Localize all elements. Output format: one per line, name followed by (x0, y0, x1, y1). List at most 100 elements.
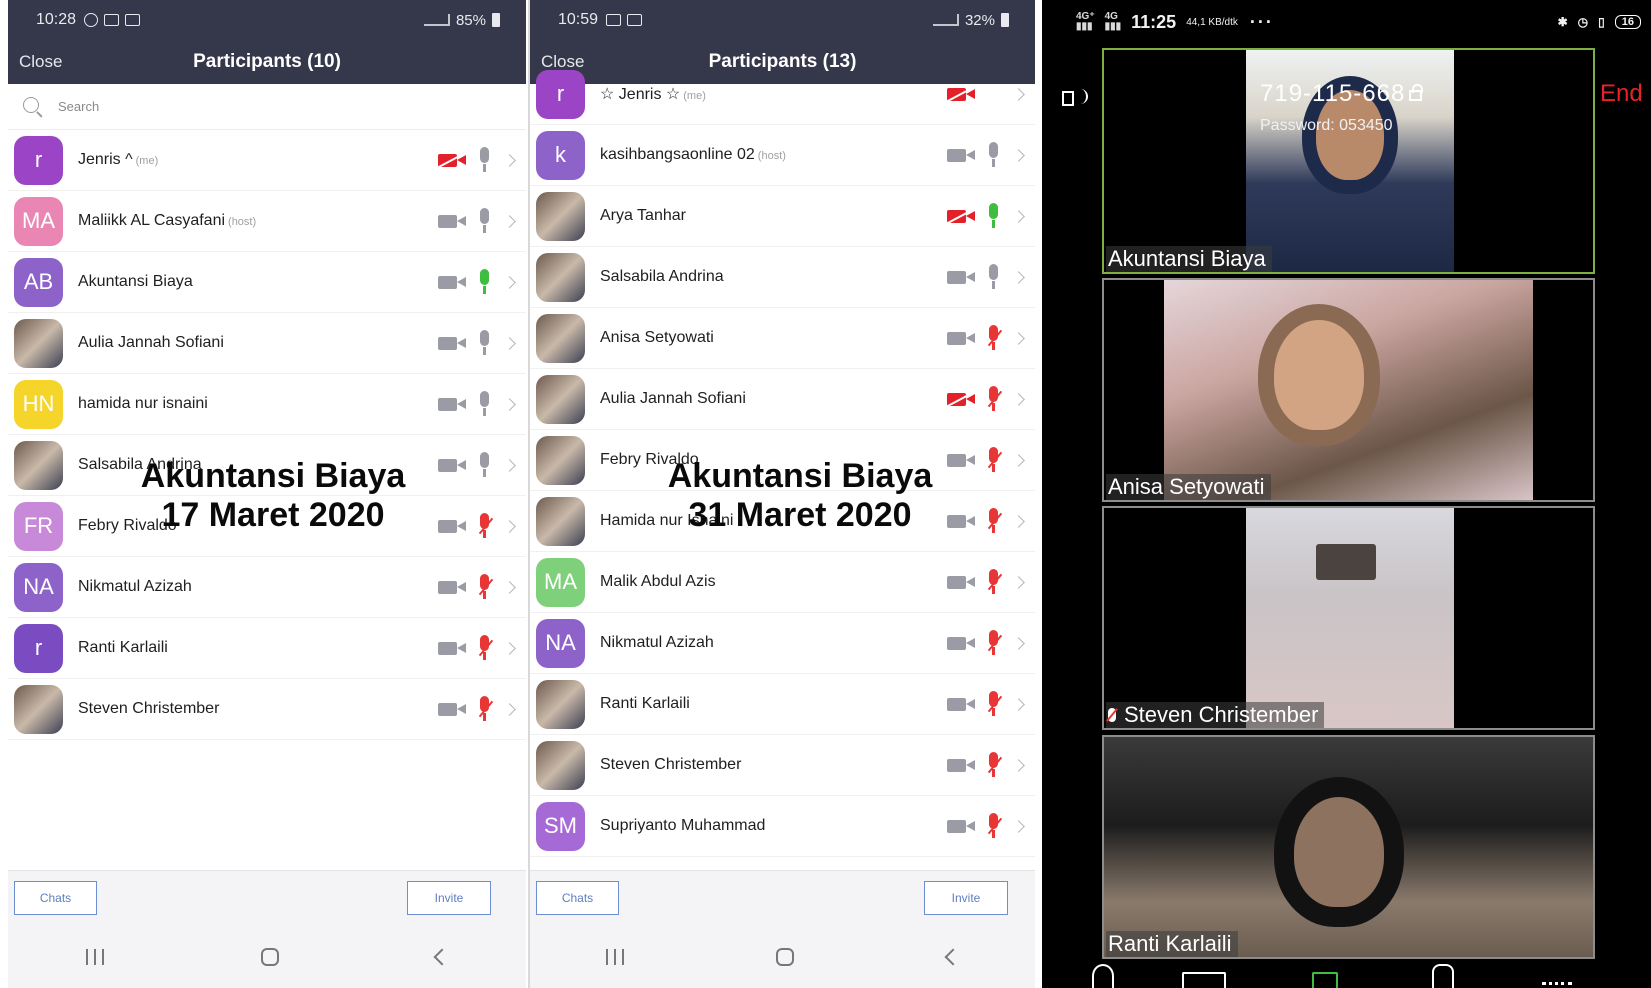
chevron-right-icon[interactable] (503, 153, 516, 167)
more-icon: ··· (1249, 11, 1274, 32)
chevron-right-icon[interactable] (503, 641, 516, 655)
participant-status-icons (947, 247, 1025, 307)
participant-row[interactable]: SM Supriyanto Muhammad (530, 796, 1035, 857)
chevron-right-icon[interactable] (1012, 514, 1025, 528)
invite-button[interactable]: Invite (407, 881, 491, 915)
back-icon[interactable] (944, 948, 962, 966)
participant-row[interactable]: Aulia Jannah Sofiani (8, 313, 526, 374)
participant-name-text: Ranti Karlaili (78, 639, 168, 656)
participant-name: Steven Christember (78, 700, 219, 718)
participant-row[interactable]: Steven Christember (8, 679, 526, 740)
video-feed (1246, 508, 1454, 728)
video-camera-icon (438, 274, 468, 290)
video-feed (1104, 737, 1593, 957)
participant-row[interactable]: HN hamida nur isnaini (8, 374, 526, 435)
chevron-right-icon[interactable] (1012, 697, 1025, 711)
search-bar[interactable] (8, 84, 526, 130)
chevron-right-icon[interactable] (503, 336, 516, 350)
chevron-right-icon[interactable] (503, 580, 516, 594)
chevron-right-icon[interactable] (503, 519, 516, 533)
chevron-right-icon[interactable] (1012, 636, 1025, 650)
participant-name-text: ☆ Jenris ☆ (600, 86, 681, 103)
participant-row[interactable]: r ☆ Jenris ☆ (me) (530, 64, 1035, 125)
participant-row[interactable]: Salsabila Andrina (8, 435, 526, 496)
participant-row[interactable]: AB Akuntansi Biaya (8, 252, 526, 313)
participant-name: Febry Rivaldo (600, 451, 699, 469)
android-navbar (8, 926, 526, 988)
participant-name: Steven Christember (600, 756, 741, 774)
chevron-right-icon[interactable] (503, 458, 516, 472)
recent-apps-icon[interactable] (86, 949, 105, 965)
chevron-right-icon[interactable] (503, 702, 516, 716)
gallery-icon (104, 14, 120, 26)
tile-name: Steven Christember (1106, 702, 1325, 728)
video-toggle-icon[interactable] (1182, 972, 1226, 988)
home-icon[interactable] (776, 948, 795, 966)
chevron-right-icon[interactable] (1012, 209, 1025, 223)
end-button[interactable]: End (1600, 80, 1643, 108)
participant-row[interactable]: Arya Tanhar (530, 186, 1035, 247)
chevron-right-icon[interactable] (1012, 453, 1025, 467)
chats-button[interactable]: Chats (536, 881, 619, 915)
participant-row[interactable]: FR Febry Rivaldo (8, 496, 526, 557)
chevron-right-icon[interactable] (1012, 87, 1025, 101)
participant-name: Anisa Setyowati (600, 329, 714, 347)
chevron-right-icon[interactable] (1012, 270, 1025, 284)
participant-status-icons (438, 252, 516, 312)
chevron-right-icon[interactable] (1012, 575, 1025, 589)
chats-button[interactable]: Chats (14, 881, 97, 915)
participant-row[interactable]: Ranti Karlaili (530, 674, 1035, 735)
mic-muted-icon (475, 574, 494, 600)
avatar: NA (536, 618, 585, 668)
participant-row[interactable]: NA Nikmatul Azizah (8, 557, 526, 618)
participant-row[interactable]: Hamida nur Isnaini (530, 491, 1035, 552)
avatar (536, 679, 585, 729)
microphone-icon (984, 264, 1002, 290)
participant-row[interactable]: k kasihbangsaonline 02 (host) (530, 125, 1035, 186)
participant-status-icons (946, 369, 1025, 429)
search-icon (22, 96, 44, 118)
chevron-right-icon[interactable] (1012, 331, 1025, 345)
mic-muted-icon (984, 386, 1003, 412)
speaker-icon[interactable] (1060, 84, 1096, 110)
chevron-right-icon[interactable] (503, 275, 516, 289)
home-icon[interactable] (260, 948, 279, 966)
invite-button[interactable]: Invite (924, 881, 1008, 915)
participant-row[interactable]: MA Maliikk AL Casyafani (host) (8, 191, 526, 252)
video-tile[interactable]: Ranti Karlaili (1102, 735, 1595, 959)
participant-name: Nikmatul Azizah (78, 578, 192, 596)
participant-row[interactable]: NA Nikmatul Azizah (530, 613, 1035, 674)
more-options-icon[interactable] (1542, 982, 1572, 988)
participant-status-icons (438, 191, 516, 251)
recent-apps-icon[interactable] (606, 949, 625, 965)
participant-row[interactable]: Febry Rivaldo (530, 430, 1035, 491)
chevron-right-icon[interactable] (1012, 819, 1025, 833)
participants-icon[interactable] (1432, 964, 1454, 988)
mute-icon[interactable] (1092, 964, 1114, 988)
participant-row[interactable]: r Jenris ^ (me) (8, 130, 526, 191)
participant-row[interactable]: Aulia Jannah Sofiani (530, 369, 1035, 430)
participant-name-text: Hamida nur Isnaini (600, 512, 734, 529)
chevron-right-icon[interactable] (503, 214, 516, 228)
chevron-right-icon[interactable] (1012, 758, 1025, 772)
participant-status-icons (438, 679, 516, 739)
chevron-right-icon[interactable] (1012, 392, 1025, 406)
video-tile[interactable]: Anisa Setyowati (1102, 278, 1595, 502)
search-input[interactable] (58, 99, 258, 114)
participant-row[interactable]: Salsabila Andrina (530, 247, 1035, 308)
close-button[interactable]: Close (19, 52, 62, 72)
participant-row[interactable]: Anisa Setyowati (530, 308, 1035, 369)
participant-name-text: Malik Abdul Azis (600, 573, 716, 590)
video-camera-icon (947, 147, 977, 163)
chevron-right-icon[interactable] (503, 397, 516, 411)
video-feed (1164, 280, 1533, 500)
share-icon[interactable] (1312, 972, 1338, 988)
participant-row[interactable]: Steven Christember (530, 735, 1035, 796)
chevron-right-icon[interactable] (1012, 148, 1025, 162)
video-tile[interactable]: Steven Christember (1102, 506, 1595, 730)
back-icon[interactable] (433, 948, 451, 966)
participant-row[interactable]: MA Malik Abdul Azis (530, 552, 1035, 613)
participant-name: Aulia Jannah Sofiani (600, 390, 746, 408)
avatar: FR (14, 501, 63, 551)
participant-row[interactable]: r Ranti Karlaili (8, 618, 526, 679)
